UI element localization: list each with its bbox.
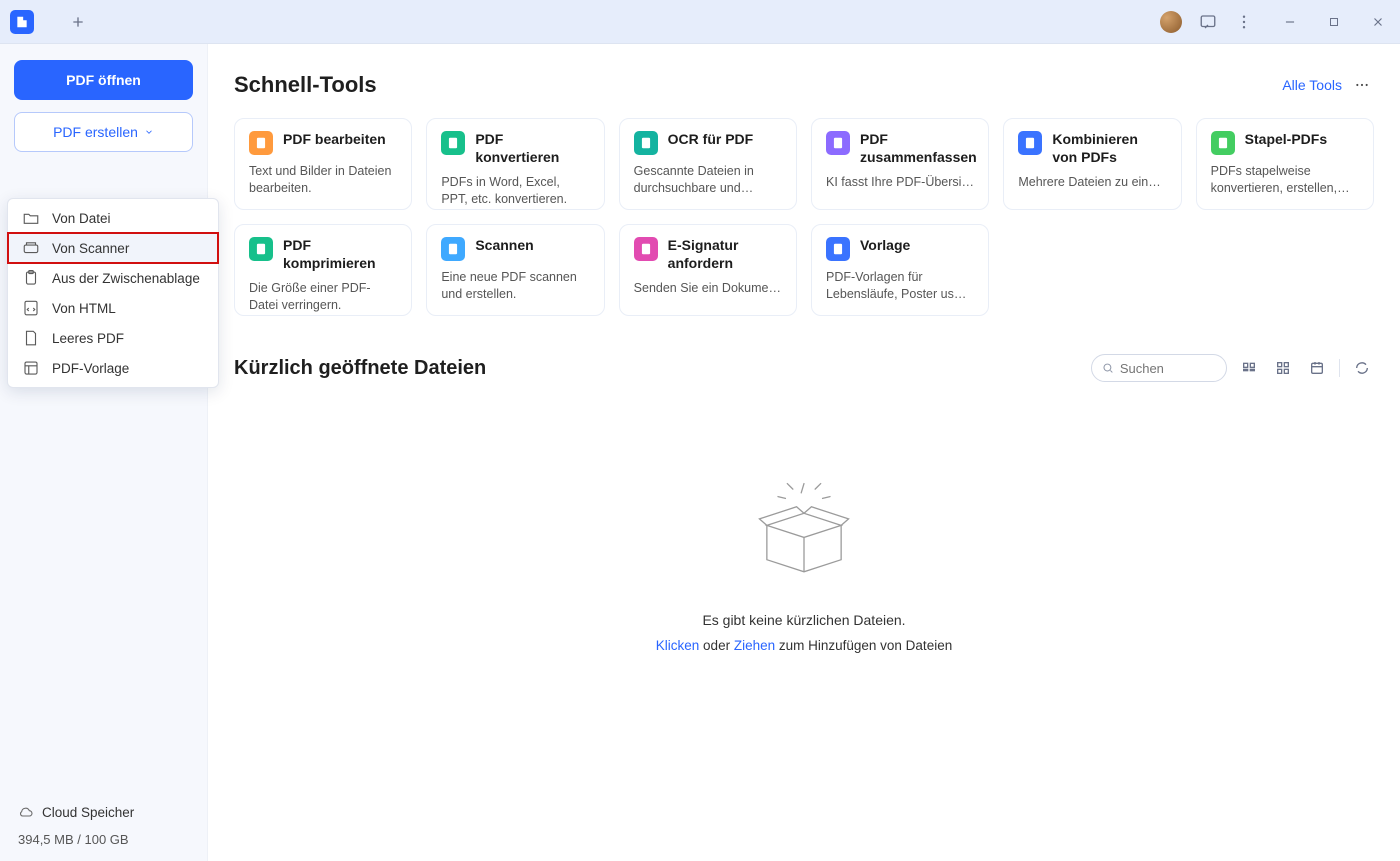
- empty-subtitle: Klicken oder Ziehen zum Hinzufügen von D…: [656, 638, 952, 653]
- tool-title: PDF konvertieren: [475, 131, 589, 166]
- scanner-icon: [22, 239, 40, 257]
- tool-title: PDF komprimieren: [283, 237, 397, 272]
- tool-card[interactable]: Scannen Eine neue PDF scannen und erstell…: [426, 224, 604, 316]
- create-pdf-label: PDF erstellen: [53, 124, 138, 140]
- view-calendar-icon[interactable]: [1305, 356, 1329, 380]
- clipboard-icon: [22, 269, 40, 287]
- search-icon: [1102, 361, 1114, 375]
- dd-label: Von HTML: [52, 301, 116, 316]
- tool-desc: PDFs stapelweise konvertieren, erstellen…: [1211, 163, 1359, 197]
- tool-icon: [1018, 131, 1042, 155]
- tool-title: Vorlage: [860, 237, 910, 255]
- dd-label: Leeres PDF: [52, 331, 124, 346]
- dd-label: Von Scanner: [52, 241, 129, 256]
- empty-box-icon: [739, 470, 869, 590]
- tool-desc: Eine neue PDF scannen und erstellen.: [441, 269, 589, 303]
- tool-card[interactable]: E-Signatur anfordern Senden Sie ein Dokum…: [619, 224, 797, 316]
- window-minimize[interactable]: [1268, 0, 1312, 44]
- all-tools-link[interactable]: Alle Tools: [1282, 77, 1342, 93]
- tool-title: Scannen: [475, 237, 533, 255]
- tool-icon: [634, 131, 658, 155]
- tool-desc: Mehrere Dateien zu einer einzelnen PDF z…: [1018, 174, 1166, 191]
- storage-usage: 394,5 MB / 100 GB: [18, 832, 189, 847]
- tool-title: PDF zusammenfassen: [860, 131, 977, 166]
- tools-more-menu[interactable]: [1350, 73, 1374, 97]
- cloud-storage-link[interactable]: Cloud Speicher: [18, 804, 189, 820]
- tool-icon: [441, 131, 465, 155]
- cloud-icon: [18, 804, 34, 820]
- cloud-storage-label: Cloud Speicher: [42, 805, 134, 820]
- tool-icon: [249, 131, 273, 155]
- app-logo: [10, 10, 34, 34]
- search-input-wrapper[interactable]: [1091, 354, 1227, 382]
- html-icon: [22, 299, 40, 317]
- tool-desc: Text und Bilder in Dateien bearbeiten.: [249, 163, 397, 197]
- new-tab-button[interactable]: [62, 8, 94, 36]
- tool-card[interactable]: Stapel-PDFs PDFs stapelweise konvertieren…: [1196, 118, 1374, 210]
- tool-icon: [826, 131, 850, 155]
- content-area: Schnell-Tools Alle Tools PDF bearbeiten T…: [208, 44, 1400, 861]
- empty-state: Es gibt keine kürzlichen Dateien. Klicke…: [234, 470, 1374, 653]
- recent-title: Kürzlich geöffnete Dateien: [234, 357, 486, 380]
- tool-title: OCR für PDF: [668, 131, 754, 149]
- tool-title: PDF bearbeiten: [283, 131, 386, 149]
- titlebar: [0, 0, 1400, 44]
- tool-card[interactable]: PDF konvertieren PDFs in Word, Excel, PPT…: [426, 118, 604, 210]
- tool-desc: KI fasst Ihre PDF-Übersicht, die wichtig…: [826, 174, 974, 191]
- tool-card[interactable]: OCR für PDF Gescannte Dateien in durchsuc…: [619, 118, 797, 210]
- tool-title: Kombinieren von PDFs: [1052, 131, 1166, 166]
- avatar[interactable]: [1160, 11, 1182, 33]
- tool-icon: [441, 237, 465, 261]
- dd-from-clipboard[interactable]: Aus der Zwischenablage: [8, 263, 218, 293]
- window-maximize[interactable]: [1312, 0, 1356, 44]
- chat-icon[interactable]: [1196, 10, 1220, 34]
- empty-drag-link[interactable]: Ziehen: [734, 638, 775, 653]
- chevron-down-icon: [144, 127, 154, 137]
- dd-template[interactable]: PDF-Vorlage: [8, 353, 218, 383]
- quick-tools-title: Schnell-Tools: [234, 72, 377, 98]
- tools-grid: PDF bearbeiten Text und Bilder in Dateien…: [234, 118, 1374, 316]
- tool-icon: [634, 237, 658, 261]
- tool-icon: [826, 237, 850, 261]
- folder-icon: [22, 209, 40, 227]
- view-grid-icon[interactable]: [1271, 356, 1295, 380]
- tool-desc: Gescannte Dateien in durchsuchbare und b…: [634, 163, 782, 197]
- tool-card[interactable]: PDF bearbeiten Text und Bilder in Dateien…: [234, 118, 412, 210]
- refresh-icon[interactable]: [1350, 356, 1374, 380]
- tool-card[interactable]: PDF komprimieren Die Größe einer PDF-Date…: [234, 224, 412, 316]
- tool-desc: Die Größe einer PDF-Datei verringern.: [249, 280, 397, 314]
- empty-click-link[interactable]: Klicken: [656, 638, 700, 653]
- dd-from-file[interactable]: Von Datei: [8, 203, 218, 233]
- create-pdf-dropdown: Von Datei Von Scanner Aus der Zwischenab…: [7, 198, 219, 388]
- dd-from-html[interactable]: Von HTML: [8, 293, 218, 323]
- open-pdf-button[interactable]: PDF öffnen: [14, 60, 193, 100]
- view-list-icon[interactable]: [1237, 356, 1261, 380]
- tool-desc: Senden Sie ein Dokument zur Signatur an …: [634, 280, 782, 297]
- sidebar: PDF öffnen PDF erstellen PDFelement Clou…: [0, 44, 208, 861]
- tool-title: Stapel-PDFs: [1245, 131, 1327, 149]
- dd-from-scanner[interactable]: Von Scanner: [8, 233, 218, 263]
- template-icon: [22, 359, 40, 377]
- tool-card[interactable]: PDF zusammenfassen KI fasst Ihre PDF-Über…: [811, 118, 989, 210]
- tool-card[interactable]: Vorlage PDF-Vorlagen für Lebensläufe, Pos…: [811, 224, 989, 316]
- dd-label: Von Datei: [52, 211, 111, 226]
- tool-icon: [1211, 131, 1235, 155]
- blank-page-icon: [22, 329, 40, 347]
- dd-label: PDF-Vorlage: [52, 361, 129, 376]
- tool-card[interactable]: Kombinieren von PDFs Mehrere Dateien zu e…: [1003, 118, 1181, 210]
- dd-blank-pdf[interactable]: Leeres PDF: [8, 323, 218, 353]
- dd-label: Aus der Zwischenablage: [52, 271, 200, 286]
- separator: [1339, 359, 1340, 377]
- tool-desc: PDF-Vorlagen für Lebensläufe, Poster usw…: [826, 269, 974, 303]
- empty-title: Es gibt keine kürzlichen Dateien.: [702, 612, 905, 628]
- tool-icon: [249, 237, 273, 261]
- kebab-menu[interactable]: [1232, 10, 1256, 34]
- create-pdf-button[interactable]: PDF erstellen: [14, 112, 193, 152]
- window-close[interactable]: [1356, 0, 1400, 44]
- tool-title: E-Signatur anfordern: [668, 237, 782, 272]
- search-input[interactable]: [1120, 361, 1216, 376]
- tool-desc: PDFs in Word, Excel, PPT, etc. konvertie…: [441, 174, 589, 208]
